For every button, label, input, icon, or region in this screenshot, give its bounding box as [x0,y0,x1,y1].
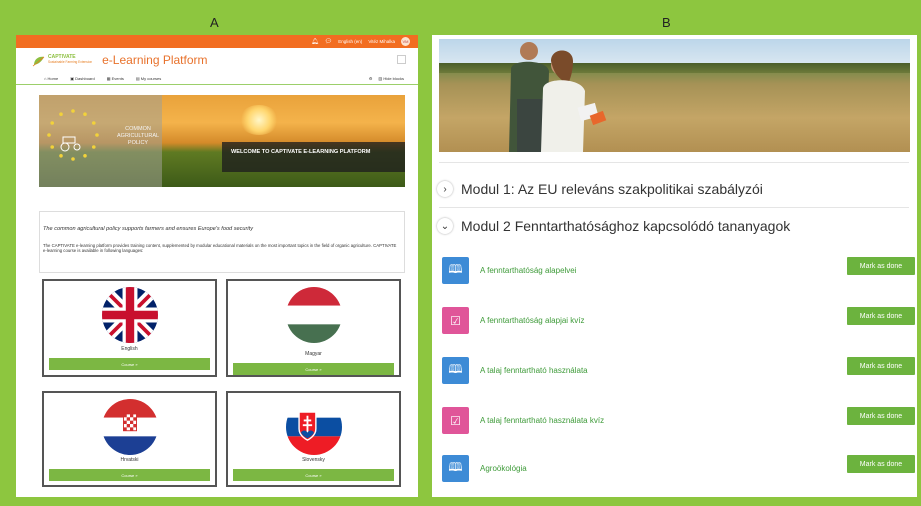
sun-image [239,105,279,135]
leaf-logo-icon [32,54,46,67]
captivate-logo[interactable]: CAPTIVATE Sustainable Farming Extension [32,54,93,67]
module-2-header[interactable]: ⌄ Modul 2 Fenntarthatósághoz kapcsolódó … [437,218,790,234]
panel-label-a: A [210,15,219,30]
eu-star [83,153,87,158]
dashboard-icon: ▣ [70,75,74,81]
top-bar: 🔔︎ 💬︎ English (en) Vitéz Mihalka VM [16,35,418,48]
eu-star [91,145,96,149]
activity-item: 🕮︎ Agroökológia Mark as done [442,455,915,487]
farmers-figures [509,42,607,152]
hide-blocks-button[interactable]: ▥ Hide blocks [378,76,404,81]
activity-link[interactable]: A fenntarthatóság alapjai kvíz [480,316,585,325]
module-title[interactable]: Modul 1: Az EU releváns szakpolitikai sz… [461,181,763,197]
activity-link[interactable]: A talaj fenntartható használata [480,366,588,375]
language-name: Magyar [305,351,322,357]
hero-banner: COMMON AGRICULTURAL POLICY WELCOME TO CA… [39,95,405,187]
language-name: Hrvatski [120,457,139,463]
language-card-english[interactable]: English Course » [42,279,217,377]
activity-link[interactable]: Agroökológia [480,464,527,473]
intro-block: The common agricultural policy supports … [39,211,405,273]
mark-as-done-button[interactable]: Mark as done [847,357,915,375]
panel-label-b: B [662,15,671,30]
mark-as-done-button[interactable]: Mark as done [847,257,915,275]
nav-item-my-courses[interactable]: ▤ My courses [136,76,161,81]
course-button-english[interactable]: Course » [49,358,210,370]
eu-star [71,109,75,113]
avatar[interactable]: VM [401,37,410,46]
intro-paragraph: The CAPTIVATE e-learning platform provid… [43,243,397,254]
book-icon: 🕮︎ [442,257,469,284]
eu-star [83,112,87,117]
main-nav: ⌂ Home ▣ Dashboard ▦ Events ▤ My courses… [16,72,418,85]
activity-item: 🕮︎ A fenntarthatóság alapelvei Mark as d… [442,257,915,289]
course-button-magyar[interactable]: Course » [233,363,394,375]
activity-link[interactable]: A talaj fenntartható használata kvíz [480,416,604,425]
mark-as-done-button[interactable]: Mark as done [847,455,915,473]
calendar-icon: ▦ [106,75,111,81]
croatia-flag-icon [101,399,158,455]
intro-heading: The common agricultural policy supports … [43,226,253,232]
bell-icon[interactable]: 🔔︎ [311,39,319,45]
nav-item-events[interactable]: ▦ Events [107,76,124,81]
divider [439,162,909,163]
divider [439,207,909,208]
courses-icon: ▤ [135,75,140,81]
book-icon: 🕮︎ [442,357,469,384]
eu-star [47,133,51,137]
home-icon: ⌂ [44,75,47,81]
chat-icon[interactable]: 💬︎ [325,39,333,45]
course-content-panel: › Modul 1: Az EU releváns szakpolitikai … [432,35,917,497]
chevron-down-icon[interactable]: ⌄ [437,218,453,234]
activity-item: ☑ A talaj fenntartható használata kvíz M… [442,407,915,439]
farmers-field-photo [439,39,910,152]
activity-item: ☑ A fenntarthatóság alapjai kvíz Mark as… [442,307,915,339]
eu-star [91,121,96,125]
nav-item-dashboard[interactable]: ▣ Dashboard [70,76,94,81]
course-button-hrvatski[interactable]: Course » [49,469,210,481]
eu-star [50,145,55,149]
activity-link[interactable]: A fenntarthatóság alapelvei [480,266,577,275]
eu-star [50,121,55,125]
uk-flag-icon [101,287,158,343]
language-card-slovensky[interactable]: Slovensky Course » [226,391,401,487]
eu-star [59,112,63,117]
language-card-hrvatski[interactable]: Hrvatski Course » [42,391,217,487]
course-button-slovensky[interactable]: Course » [233,469,394,481]
mark-as-done-button[interactable]: Mark as done [847,307,915,325]
banner-welcome: WELCOME TO CAPTIVATE E-LEARNING PLATFORM [222,142,405,172]
banner-cap-text: COMMON AGRICULTURAL POLICY [117,126,160,146]
platform-title: e-Learning Platform [102,53,208,67]
activity-item: 🕮︎ A talaj fenntartható használata Mark … [442,357,915,389]
quiz-icon: ☑ [442,407,469,434]
site-header: CAPTIVATE Sustainable Farming Extension … [16,48,418,72]
brand-subtitle: Sustainable Farming Extension [48,60,93,65]
eu-star [95,133,99,137]
nav-item-home[interactable]: ⌂ Home [44,76,58,81]
chevron-right-icon[interactable]: › [437,181,453,197]
module-1-header[interactable]: › Modul 1: Az EU releváns szakpolitikai … [437,181,763,197]
module-title[interactable]: Modul 2 Fenntarthatósághoz kapcsolódó ta… [461,218,790,234]
language-selector[interactable]: English (en) [338,39,362,44]
language-name: Slovensky [302,457,325,463]
user-name[interactable]: Vitéz Mihalka [368,39,395,44]
eu-stars-icon [47,109,99,161]
hungary-flag-icon [285,287,342,343]
book-icon: 🕮︎ [442,455,469,482]
language-name: English [121,346,138,352]
language-card-magyar[interactable]: Magyar Course » [226,279,401,377]
quiz-icon: ☑ [442,307,469,334]
header-toggle-button[interactable] [397,55,406,64]
elearning-home-panel: 🔔︎ 💬︎ English (en) Vitéz Mihalka VM CAPT… [16,35,418,497]
eu-star [59,153,63,158]
mark-as-done-button[interactable]: Mark as done [847,407,915,425]
slovakia-flag-icon [285,399,342,455]
eu-star [71,157,75,161]
gear-icon[interactable]: ⚙ [369,76,373,81]
